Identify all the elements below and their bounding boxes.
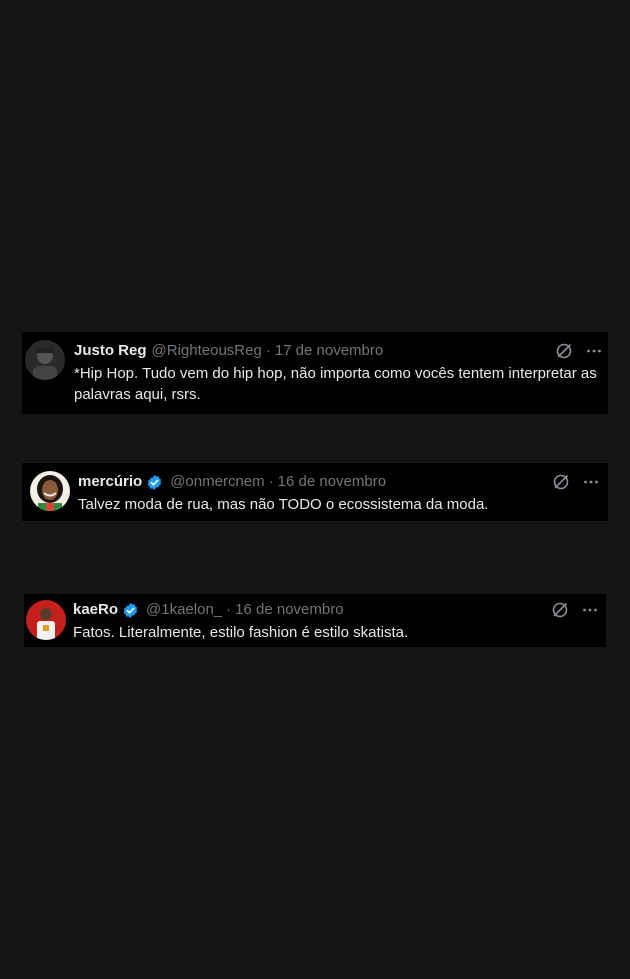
tweet-actions [551, 601, 599, 624]
user-handle[interactable]: @RighteousReg [152, 341, 262, 361]
tweet-card[interactable]: kaeRo @1kaelon_ · 16 de novembro Fatos. … [24, 594, 606, 647]
separator-dot: · [226, 601, 232, 618]
tweet-date[interactable]: 17 de novembro [275, 341, 383, 361]
user-handle[interactable]: @1kaelon_ [146, 600, 222, 620]
grok-icon[interactable] [555, 342, 573, 365]
avatar-image [26, 600, 66, 640]
more-icon[interactable] [585, 342, 603, 365]
grok-icon[interactable] [551, 601, 569, 624]
avatar[interactable] [30, 471, 70, 511]
tweet-actions [552, 473, 600, 496]
tweet-text: Talvez moda de rua, mas não TODO o ecoss… [78, 496, 489, 513]
tweet-card[interactable]: Justo Reg @RighteousReg · 17 de novembro… [22, 332, 608, 414]
verified-badge-icon [122, 602, 139, 619]
more-icon[interactable] [582, 473, 600, 496]
display-name[interactable]: mercúrio [78, 472, 142, 492]
tweet-header: Justo Reg @RighteousReg · 17 de novembro [74, 341, 383, 361]
avatar[interactable] [25, 340, 65, 380]
tweet-actions [555, 342, 603, 365]
screenshot-canvas: Justo Reg @RighteousReg · 17 de novembro… [0, 0, 630, 979]
tweet-card[interactable]: mercúrio @onmercnem · 16 de novembro Tal… [22, 463, 608, 521]
tweet-header: mercúrio @onmercnem · 16 de novembro [78, 472, 386, 492]
tweet-date[interactable]: 16 de novembro [278, 472, 386, 492]
tweet-header: kaeRo @1kaelon_ · 16 de novembro [73, 600, 344, 620]
tweet-text: Fatos. Literalmente, estilo fashion é es… [73, 624, 409, 641]
grok-icon[interactable] [552, 473, 570, 496]
separator-dot: · [268, 473, 274, 490]
more-icon[interactable] [581, 601, 599, 624]
tweet-date[interactable]: 16 de novembro [235, 600, 343, 620]
avatar-image [30, 471, 70, 511]
verified-badge-icon [146, 474, 163, 491]
separator-dot: · [265, 342, 271, 359]
display-name[interactable]: kaeRo [73, 600, 118, 620]
user-handle[interactable]: @onmercnem [170, 472, 264, 492]
tweet-text: *Hip Hop. Tudo vem do hip hop, não impor… [74, 365, 597, 403]
avatar[interactable] [26, 600, 66, 640]
display-name[interactable]: Justo Reg [74, 341, 147, 361]
avatar-image [25, 340, 65, 380]
